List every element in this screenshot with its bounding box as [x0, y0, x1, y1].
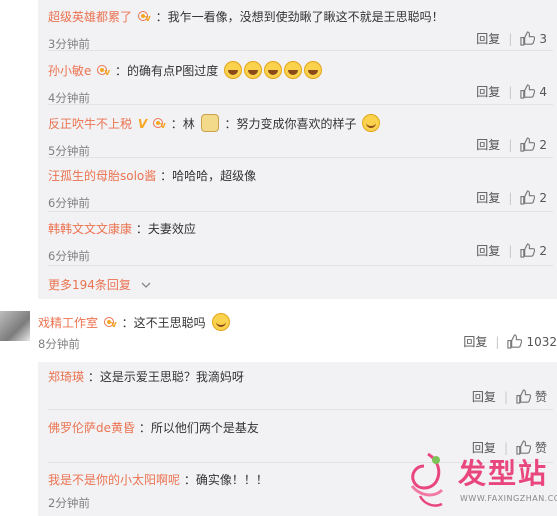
- reply-button[interactable]: 回复: [476, 136, 500, 153]
- more-replies-link[interactable]: 更多194条回复: [48, 276, 151, 293]
- comment-text: ：这不王思聪吗: [121, 316, 206, 330]
- like-button[interactable]: 2: [520, 137, 547, 152]
- reply-text-2: ：努力变成你喜欢的样子: [224, 117, 357, 131]
- watermark-brand: 发型站: [458, 457, 549, 490]
- laugh-emoji-icon: [224, 61, 243, 79]
- reply-item: 反正吹牛不上税 V v ：林 ：努力变成你喜欢的样子 5分钟前 回复 | 2: [48, 114, 553, 159]
- reply-button[interactable]: 回复: [476, 83, 500, 100]
- divider: [48, 211, 553, 212]
- watermark-url: WWW.FAXINGZHAN.COM: [460, 494, 557, 503]
- reply-text: ：我乍一看像，没想到使劲瞅了瞅这不就是王思聪吗！: [155, 10, 444, 24]
- vip-v-icon: V: [137, 117, 148, 131]
- reply-item: 超级英雄都累了 v ：我乍一看像，没想到使劲瞅了瞅这不就是王思聪吗！ 3分钟前 …: [48, 8, 553, 52]
- doge-emoji-icon: [200, 114, 219, 132]
- reply-button[interactable]: 回复: [476, 189, 500, 206]
- reply-text: ：确实像！！！: [183, 473, 268, 487]
- flower-logo-icon: [410, 452, 444, 507]
- thumbs-up-icon: [520, 84, 536, 99]
- smile-emoji-icon: [211, 313, 230, 331]
- username-link[interactable]: 孙小敏e: [48, 64, 91, 78]
- like-count: 2: [539, 190, 547, 205]
- thumbs-up-icon: [507, 334, 523, 349]
- laugh-emoji-icon: [244, 61, 263, 79]
- laugh-emoji-icon: [264, 61, 283, 79]
- reply-item: 佛罗伦萨de黄昏 ：所以他们两个是基友 回复 | 赞: [48, 421, 547, 455]
- divider: [48, 50, 553, 51]
- thumbs-up-icon: [520, 243, 536, 258]
- like-count: 1032: [526, 334, 557, 349]
- thumbs-up-icon: [520, 31, 536, 46]
- reply-text: ：林: [170, 117, 195, 131]
- reply-item: 郑琦瑛 ：这是示爱王思聪？我滴妈呀 回复 | 赞: [48, 370, 547, 404]
- divider: [48, 157, 553, 158]
- reply-item: 汪孤生的母胎solo酱 ：哈哈哈，超级像 6分钟前 回复 | 2: [48, 167, 553, 211]
- reply-item: 孙小敏e v ：的确有点P图过度 4分钟前 回复 | 4: [48, 61, 553, 106]
- watermark-logo: 发型站 WWW.FAXINGZHAN.COM: [398, 446, 557, 516]
- comment-item: 戏精工作室 v ：这不王思聪吗 8分钟前 回复 | 1032: [38, 313, 557, 352]
- member-badge-icon: v: [103, 316, 118, 330]
- reply-text: ：所以他们两个是基友: [138, 421, 259, 435]
- username-link[interactable]: 汪孤生的母胎solo酱: [48, 169, 156, 183]
- username-link[interactable]: 佛罗伦萨de黄昏: [48, 421, 135, 435]
- like-count: 4: [539, 84, 547, 99]
- divider: [48, 104, 553, 105]
- username-link[interactable]: 郑琦瑛: [48, 370, 84, 384]
- avatar[interactable]: [0, 311, 30, 341]
- like-button[interactable]: 2: [520, 190, 547, 205]
- reply-button[interactable]: 回复: [463, 333, 487, 350]
- reply-text: ：这是示爱王思聪？我滴妈呀: [87, 370, 244, 384]
- username-link[interactable]: 韩韩文文文康康: [48, 222, 132, 236]
- username-link[interactable]: 戏精工作室: [38, 316, 98, 330]
- smile-emoji-icon: [362, 114, 381, 132]
- more-replies-label: 更多194条回复: [48, 278, 131, 292]
- reply-button[interactable]: 回复: [476, 30, 500, 47]
- thumbs-up-icon: [520, 190, 536, 205]
- laugh-emoji-icon: [304, 61, 323, 79]
- username-link[interactable]: 反正吹牛不上税: [48, 117, 132, 131]
- divider: [48, 265, 553, 266]
- like-button[interactable]: 2: [520, 243, 547, 258]
- divider: [48, 409, 553, 410]
- thumbs-up-icon: [520, 137, 536, 152]
- like-button[interactable]: 3: [520, 31, 547, 46]
- laugh-emoji-icon: [284, 61, 303, 79]
- like-button[interactable]: 赞: [516, 388, 547, 405]
- reply-button[interactable]: 回复: [472, 388, 496, 405]
- like-count: 2: [539, 243, 547, 258]
- like-count: 3: [539, 31, 547, 46]
- reply-item: 韩韩文文文康康 ：夫妻效应 6分钟前 回复 | 2: [48, 220, 553, 264]
- username-link[interactable]: 超级英雄都累了: [48, 10, 132, 24]
- member-badge-icon: v: [152, 117, 167, 131]
- reply-text: ：的确有点P图过度: [115, 64, 219, 78]
- like-count: 2: [539, 137, 547, 152]
- member-badge-icon: v: [97, 64, 111, 78]
- reply-text: ：夫妻效应: [135, 222, 196, 236]
- reply-button[interactable]: 回复: [476, 242, 500, 259]
- like-button[interactable]: 4: [520, 84, 547, 99]
- chevron-down-icon: [141, 282, 151, 288]
- member-badge-icon: v: [137, 10, 152, 24]
- reply-text: ：哈哈哈，超级像: [160, 169, 257, 183]
- like-button[interactable]: 1032: [507, 334, 557, 349]
- thumbs-up-icon: [516, 389, 531, 404]
- username-link[interactable]: 我是不是你的小太阳啊呢: [48, 473, 180, 487]
- like-label: 赞: [534, 390, 547, 404]
